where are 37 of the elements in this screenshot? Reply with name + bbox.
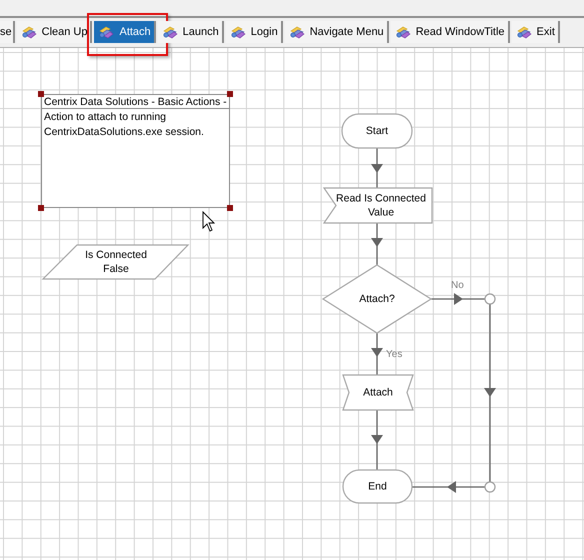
tab-icon	[162, 25, 178, 39]
tab[interactable]: Read WindowTitle	[390, 21, 510, 43]
tab-icon	[394, 25, 411, 39]
tab-icon	[288, 25, 305, 39]
tab-icon	[20, 25, 37, 39]
tab[interactable]: Clean Up	[16, 21, 92, 43]
tab[interactable]: Navigate Menu	[284, 21, 389, 43]
tab-icon	[230, 25, 246, 39]
connector-arrow	[371, 148, 383, 188]
branch-label: No	[451, 280, 464, 291]
tab[interactable]: Launch	[158, 21, 224, 43]
note-box[interactable]: Centrix Data Solutions - Basic Actions - Action to attach to running CentrixDataSolutions.exe session.	[41, 94, 230, 208]
terminal-node: End	[342, 469, 413, 504]
tab-icon	[516, 25, 532, 39]
connector-arrow	[371, 333, 383, 375]
decision-node: Attach?	[322, 264, 432, 334]
connector-arrow	[371, 410, 383, 470]
tab[interactable]: se	[0, 21, 15, 43]
tab[interactable]: Attach	[94, 21, 156, 43]
note-title: Centrix Data Solutions - Basic Actions -	[42, 95, 229, 109]
junction-dot	[484, 481, 496, 493]
action-node: Attach	[342, 374, 414, 411]
resize-handle[interactable]	[227, 205, 233, 211]
branch-label: Yes	[386, 349, 402, 360]
variable-node: Is Connected False	[42, 244, 190, 280]
junction-dot	[484, 293, 496, 305]
resize-handle[interactable]	[38, 91, 44, 97]
note-text: Action to attach to running CentrixDataSolutions.exe session.	[43, 110, 205, 140]
cursor-icon	[202, 210, 216, 232]
read-node: Read Is Connected Value	[322, 187, 433, 224]
resize-handle[interactable]	[227, 91, 233, 97]
tab[interactable]: Login	[226, 21, 283, 43]
terminal-node: Start	[341, 113, 413, 149]
tab[interactable]: Exit	[512, 21, 560, 43]
connector-arrow	[371, 223, 383, 265]
tab-icon	[98, 25, 114, 39]
resize-handle[interactable]	[38, 205, 44, 211]
